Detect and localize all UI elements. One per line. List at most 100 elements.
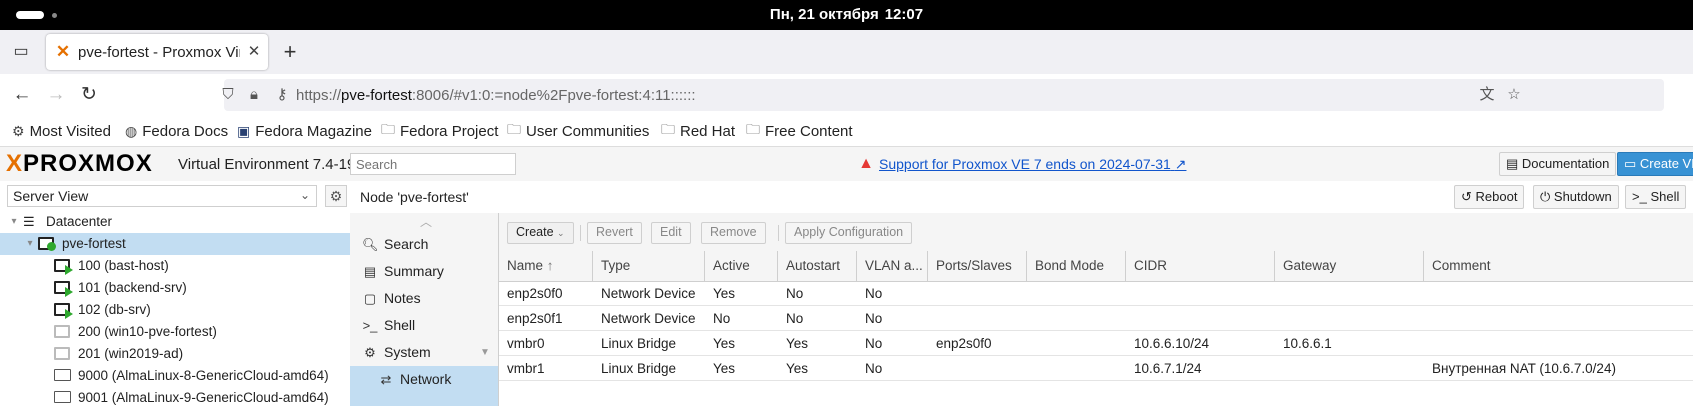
column-label: Name [507,258,544,273]
nav-item-label: Shell [384,317,416,333]
reboot-icon: ↺ [1461,189,1476,204]
tree-node-datacenter[interactable]: ▾ ☰ Datacenter [0,211,350,233]
chevron-down-icon[interactable]: ▼ [480,339,490,366]
pve-search-input[interactable] [350,153,516,175]
bookmark-fedora-docs[interactable]: ◍ Fedora Docs [125,121,228,141]
create-vm-button[interactable]: ▭ Create VM [1617,152,1693,176]
support-link[interactable]: Support for Proxmox VE 7 ends on 2024-07… [879,156,1186,173]
nav-item-system[interactable]: ⚙ System ▼ [350,339,498,366]
table-cell [1027,281,1126,306]
table-row[interactable]: vmbr0 Linux Bridge Yes Yes No enp2s0f0 10.6.6.… [499,331,1693,356]
table-cell: No [865,361,883,376]
nav-item-label: System [384,344,431,360]
nav-item-label: Notes [384,290,421,306]
column-header-active[interactable]: Active [705,251,778,281]
url-text[interactable]: https://pve-fortest:8006/#v1:0:=node%2Fp… [296,87,696,104]
lock-warning-icon[interactable]: 🔒︎ [244,85,264,105]
template-icon [54,391,71,405]
tree-node-vm-100[interactable]: 100 (bast-host) [0,255,350,277]
translate-icon[interactable]: 文 [1477,85,1497,105]
toolbar-separator [778,225,779,241]
reboot-button[interactable]: ↺ Reboot [1454,185,1525,209]
bookmark-user-communities[interactable]: 🗀 User Communities [507,121,649,141]
tree-node-pve-fortest[interactable]: ▾ pve-fortest [0,233,350,255]
reload-icon[interactable]: ↻ [77,83,101,107]
clock[interactable]: Пн, 21 октября 12:07 [0,6,1693,23]
forward-icon[interactable]: → [44,83,68,107]
view-selector[interactable]: Server View ⌄ [7,185,317,207]
back-icon[interactable]: ← [10,83,34,107]
tree-node-vm-101[interactable]: 101 (backend-srv) [0,277,350,299]
tree-node-vm-102[interactable]: 102 (db-srv) [0,299,350,321]
chevron-down-icon: ⌄ [557,228,565,238]
support-link-text: Support for Proxmox VE 7 ends on 2024-07… [879,156,1171,172]
shutdown-button[interactable]: ⏻ Shutdown [1533,185,1619,209]
bookmark-red-hat[interactable]: 🗀 Red Hat [661,121,735,141]
new-tab-icon[interactable]: + [278,40,302,64]
shield-icon[interactable]: ⛉ [218,85,238,105]
tree-node-vm-200[interactable]: 200 (win10-pve-fortest) [0,321,350,343]
tree-node-template-9000[interactable]: 9000 (AlmaLinux-8-GenericCloud-amd64) [0,365,350,387]
nav-item-network[interactable]: ⇄ Network [350,366,498,406]
create-button[interactable]: Create ⌄ [507,222,574,244]
documentation-button[interactable]: ▤ Documentation [1499,152,1617,176]
revert-button[interactable]: Revert [587,222,642,244]
table-row[interactable]: enp2s0f0 Network Device Yes No No [499,281,1693,306]
url-path: :8006/#v1:0:=node%2Fpve-fortest:4:11::::… [411,87,696,104]
bookmark-fedora-magazine[interactable]: ▣ Fedora Magazine [237,121,372,141]
column-header-name[interactable]: Name ↑ [499,251,593,281]
resource-tree-panel: Server View ⌄ ⚙ ▾ ☰ Datacenter ▾ pve-fort… [0,181,351,406]
gear-icon: ⚙ [12,122,25,139]
scroll-up-icon[interactable]: ︿ [420,213,432,229]
collapse-icon[interactable]: ▾ [24,233,36,255]
tree-label: 200 (win10-pve-fortest) [78,324,217,339]
table-cell [1027,356,1126,381]
nav-item-notes[interactable]: ▢ Notes [350,285,498,312]
column-header-comment[interactable]: Comment [1424,251,1693,281]
column-header-gateway[interactable]: Gateway [1275,251,1424,281]
table-cell [1424,306,1693,331]
pve-header: XPROXMOX Virtual Environment 7.4-19 ▲ Su… [0,147,1693,182]
table-cell: Linux Bridge [601,336,677,351]
edit-button[interactable]: Edit [651,222,691,244]
nav-item-summary[interactable]: ▤ Summary [350,258,498,285]
remove-button[interactable]: Remove [701,222,766,244]
bookmark-label: Red Hat [680,122,736,140]
key-icon[interactable]: ⚷ [272,85,292,105]
bookmark-most-visited[interactable]: ⚙ Most Visited [12,121,111,141]
nav-item-label: Search [384,236,429,252]
tree-node-vm-201[interactable]: 201 (win2019-ad) [0,343,350,365]
table-cell: Network Device [601,311,696,326]
column-header-type[interactable]: Type [593,251,705,281]
table-cell [928,281,1027,306]
column-header-ports-slaves[interactable]: Ports/Slaves [928,251,1027,281]
column-header-autostart[interactable]: Autostart [778,251,857,281]
bookmark-fedora-project[interactable]: 🗀 Fedora Project [381,121,498,141]
book-icon: ▤ [363,264,377,279]
shell-button[interactable]: >_ Shell [1625,185,1687,209]
column-header-vlan-aware[interactable]: VLAN a... [857,251,928,281]
column-header-cidr[interactable]: CIDR [1126,251,1275,281]
nav-item-shell[interactable]: >_ Shell [350,312,498,339]
folder-icon: 🗀 [381,121,395,137]
nav-item-search[interactable]: 🔍︎ Search [350,231,498,258]
bookmark-star-icon[interactable]: ☆ [1504,85,1524,105]
column-header-bond-mode[interactable]: Bond Mode [1027,251,1126,281]
create-vm-label: Create VM [1639,156,1693,171]
list-all-tabs-icon[interactable]: ▭ [10,41,32,63]
table-row[interactable]: enp2s0f1 Network Device No No No [499,306,1693,331]
vm-stopped-icon [54,347,70,361]
warning-icon: ▲ [858,155,874,172]
bookmark-free-content[interactable]: 🗀 Free Content [746,121,853,141]
reboot-label: Reboot [1475,189,1518,204]
tree-settings-gear-icon[interactable]: ⚙ [325,185,347,207]
apply-configuration-button[interactable]: Apply Configuration [785,222,913,244]
tree-label: 100 (bast-host) [78,258,169,273]
close-tab-icon[interactable]: ✕ [244,42,264,62]
collapse-icon[interactable]: ▾ [8,211,20,233]
url-bar[interactable]: ⛉ 🔒︎ ⚷ https://pve-fortest:8006/#v1:0:=n… [222,79,1664,111]
vm-running-icon [54,303,73,319]
table-row[interactable]: vmbr1 Linux Bridge Yes Yes No 10.6.7.1/24 Внут… [499,356,1693,381]
tab-strip: ▭ ✕ pve-fortest - Proxmox Vir ✕ + [0,30,1693,74]
browser-tab[interactable]: ✕ pve-fortest - Proxmox Vir ✕ [46,34,268,70]
